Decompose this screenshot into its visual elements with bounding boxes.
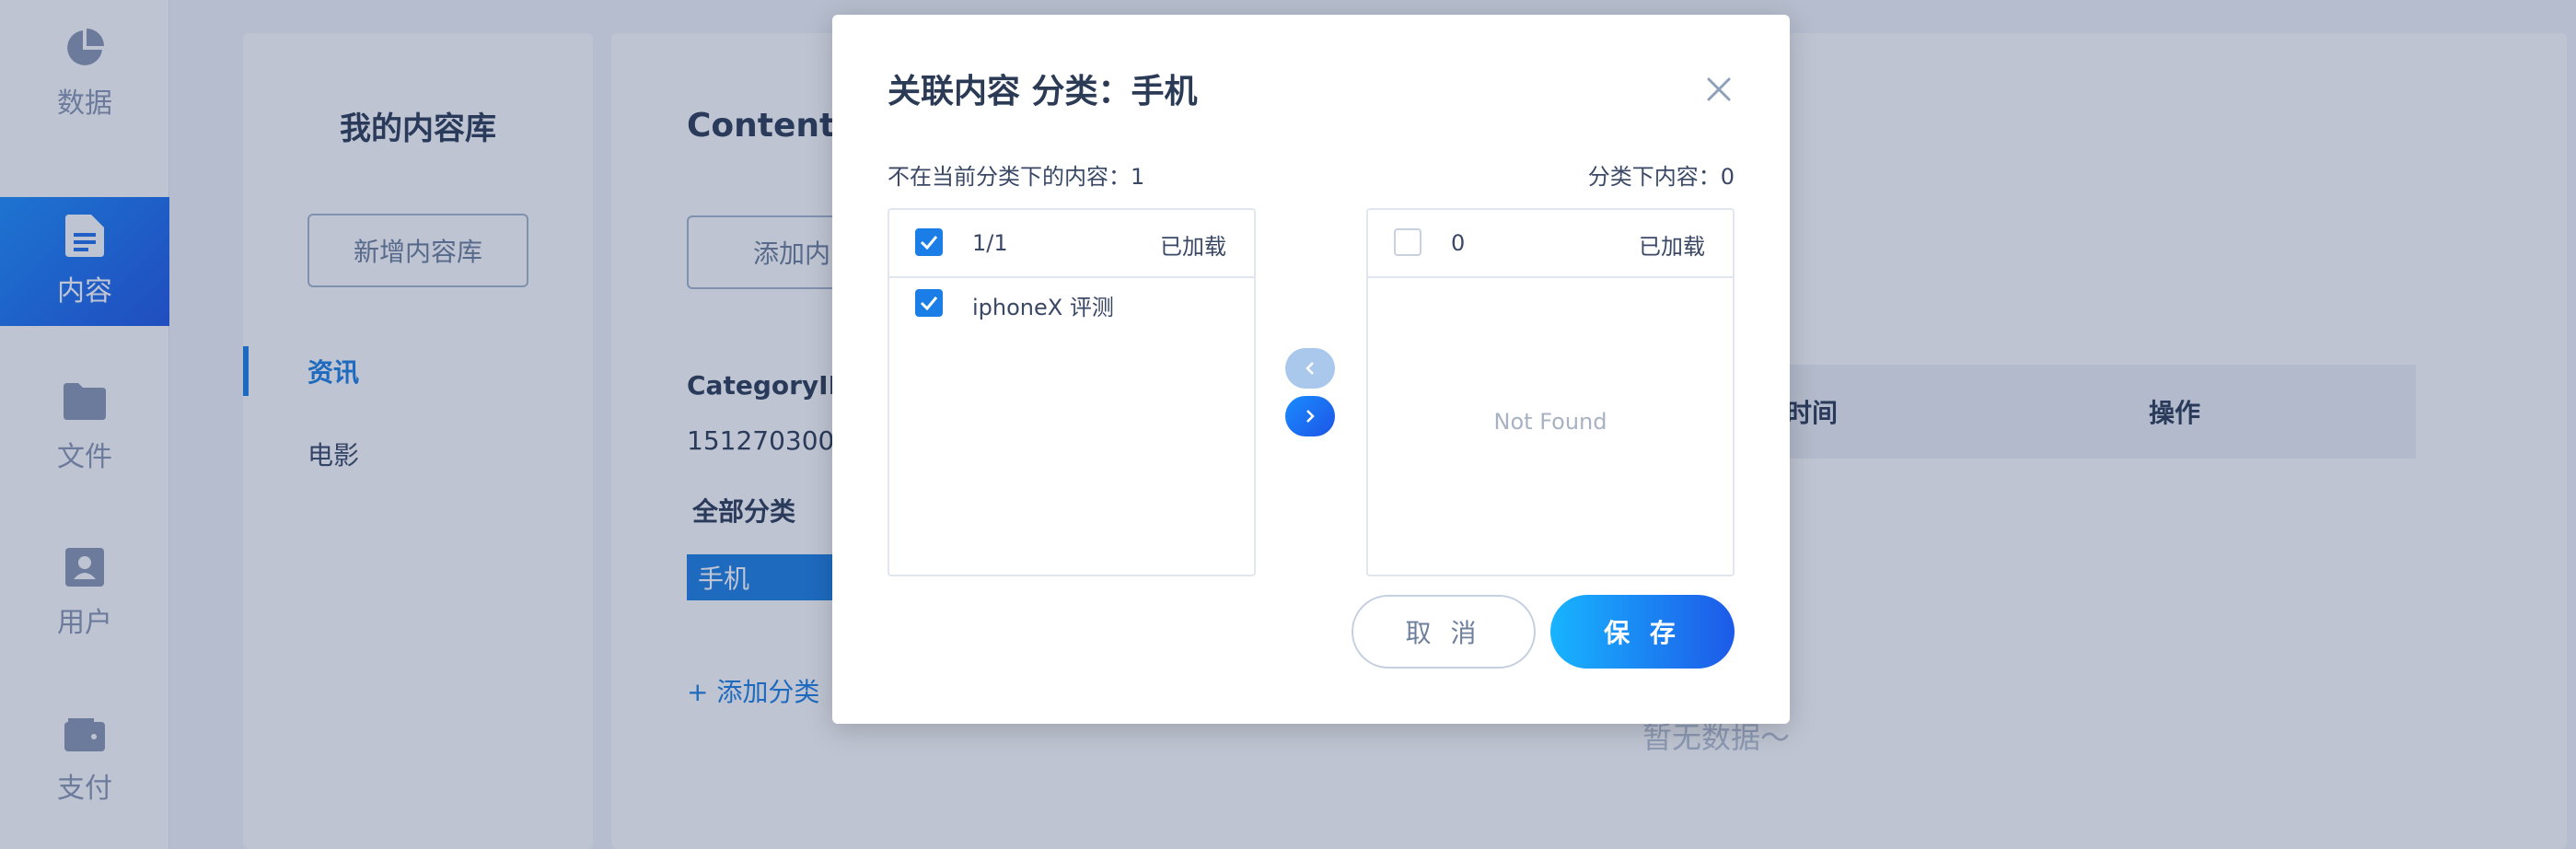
select-all-checkbox[interactable] bbox=[1394, 228, 1421, 256]
source-count: 1/1 bbox=[972, 230, 1008, 256]
list-item[interactable]: iphoneX 评测 bbox=[972, 289, 1114, 321]
source-list: 1/1 已加载 iphoneX 评测 bbox=[888, 208, 1256, 576]
link-content-dialog: 关联内容 分类：手机 不在当前分类下的内容：1 分类下内容：0 1/1 已加载 … bbox=[832, 15, 1790, 724]
left-summary: 不在当前分类下的内容：1 bbox=[888, 164, 1145, 190]
source-loaded-label: 已加载 bbox=[1160, 234, 1226, 260]
save-button[interactable]: 保 存 bbox=[1550, 595, 1735, 669]
close-icon[interactable] bbox=[1698, 68, 1740, 110]
right-summary: 分类下内容：0 bbox=[1587, 164, 1735, 190]
item-checkbox[interactable] bbox=[915, 289, 943, 317]
source-list-header: 1/1 已加载 bbox=[889, 210, 1254, 278]
cancel-button[interactable]: 取 消 bbox=[1352, 595, 1536, 669]
dialog-title: 关联内容 分类：手机 bbox=[888, 73, 1198, 110]
target-count: 0 bbox=[1451, 230, 1466, 256]
move-right-button[interactable] bbox=[1285, 396, 1335, 436]
empty-list-text: Not Found bbox=[1493, 409, 1607, 435]
move-left-button[interactable] bbox=[1285, 348, 1335, 389]
target-list: 0 已加载 Not Found bbox=[1366, 208, 1735, 576]
select-all-checkbox[interactable] bbox=[915, 228, 943, 256]
target-list-header: 0 已加载 bbox=[1368, 210, 1733, 278]
target-loaded-label: 已加载 bbox=[1639, 234, 1705, 260]
